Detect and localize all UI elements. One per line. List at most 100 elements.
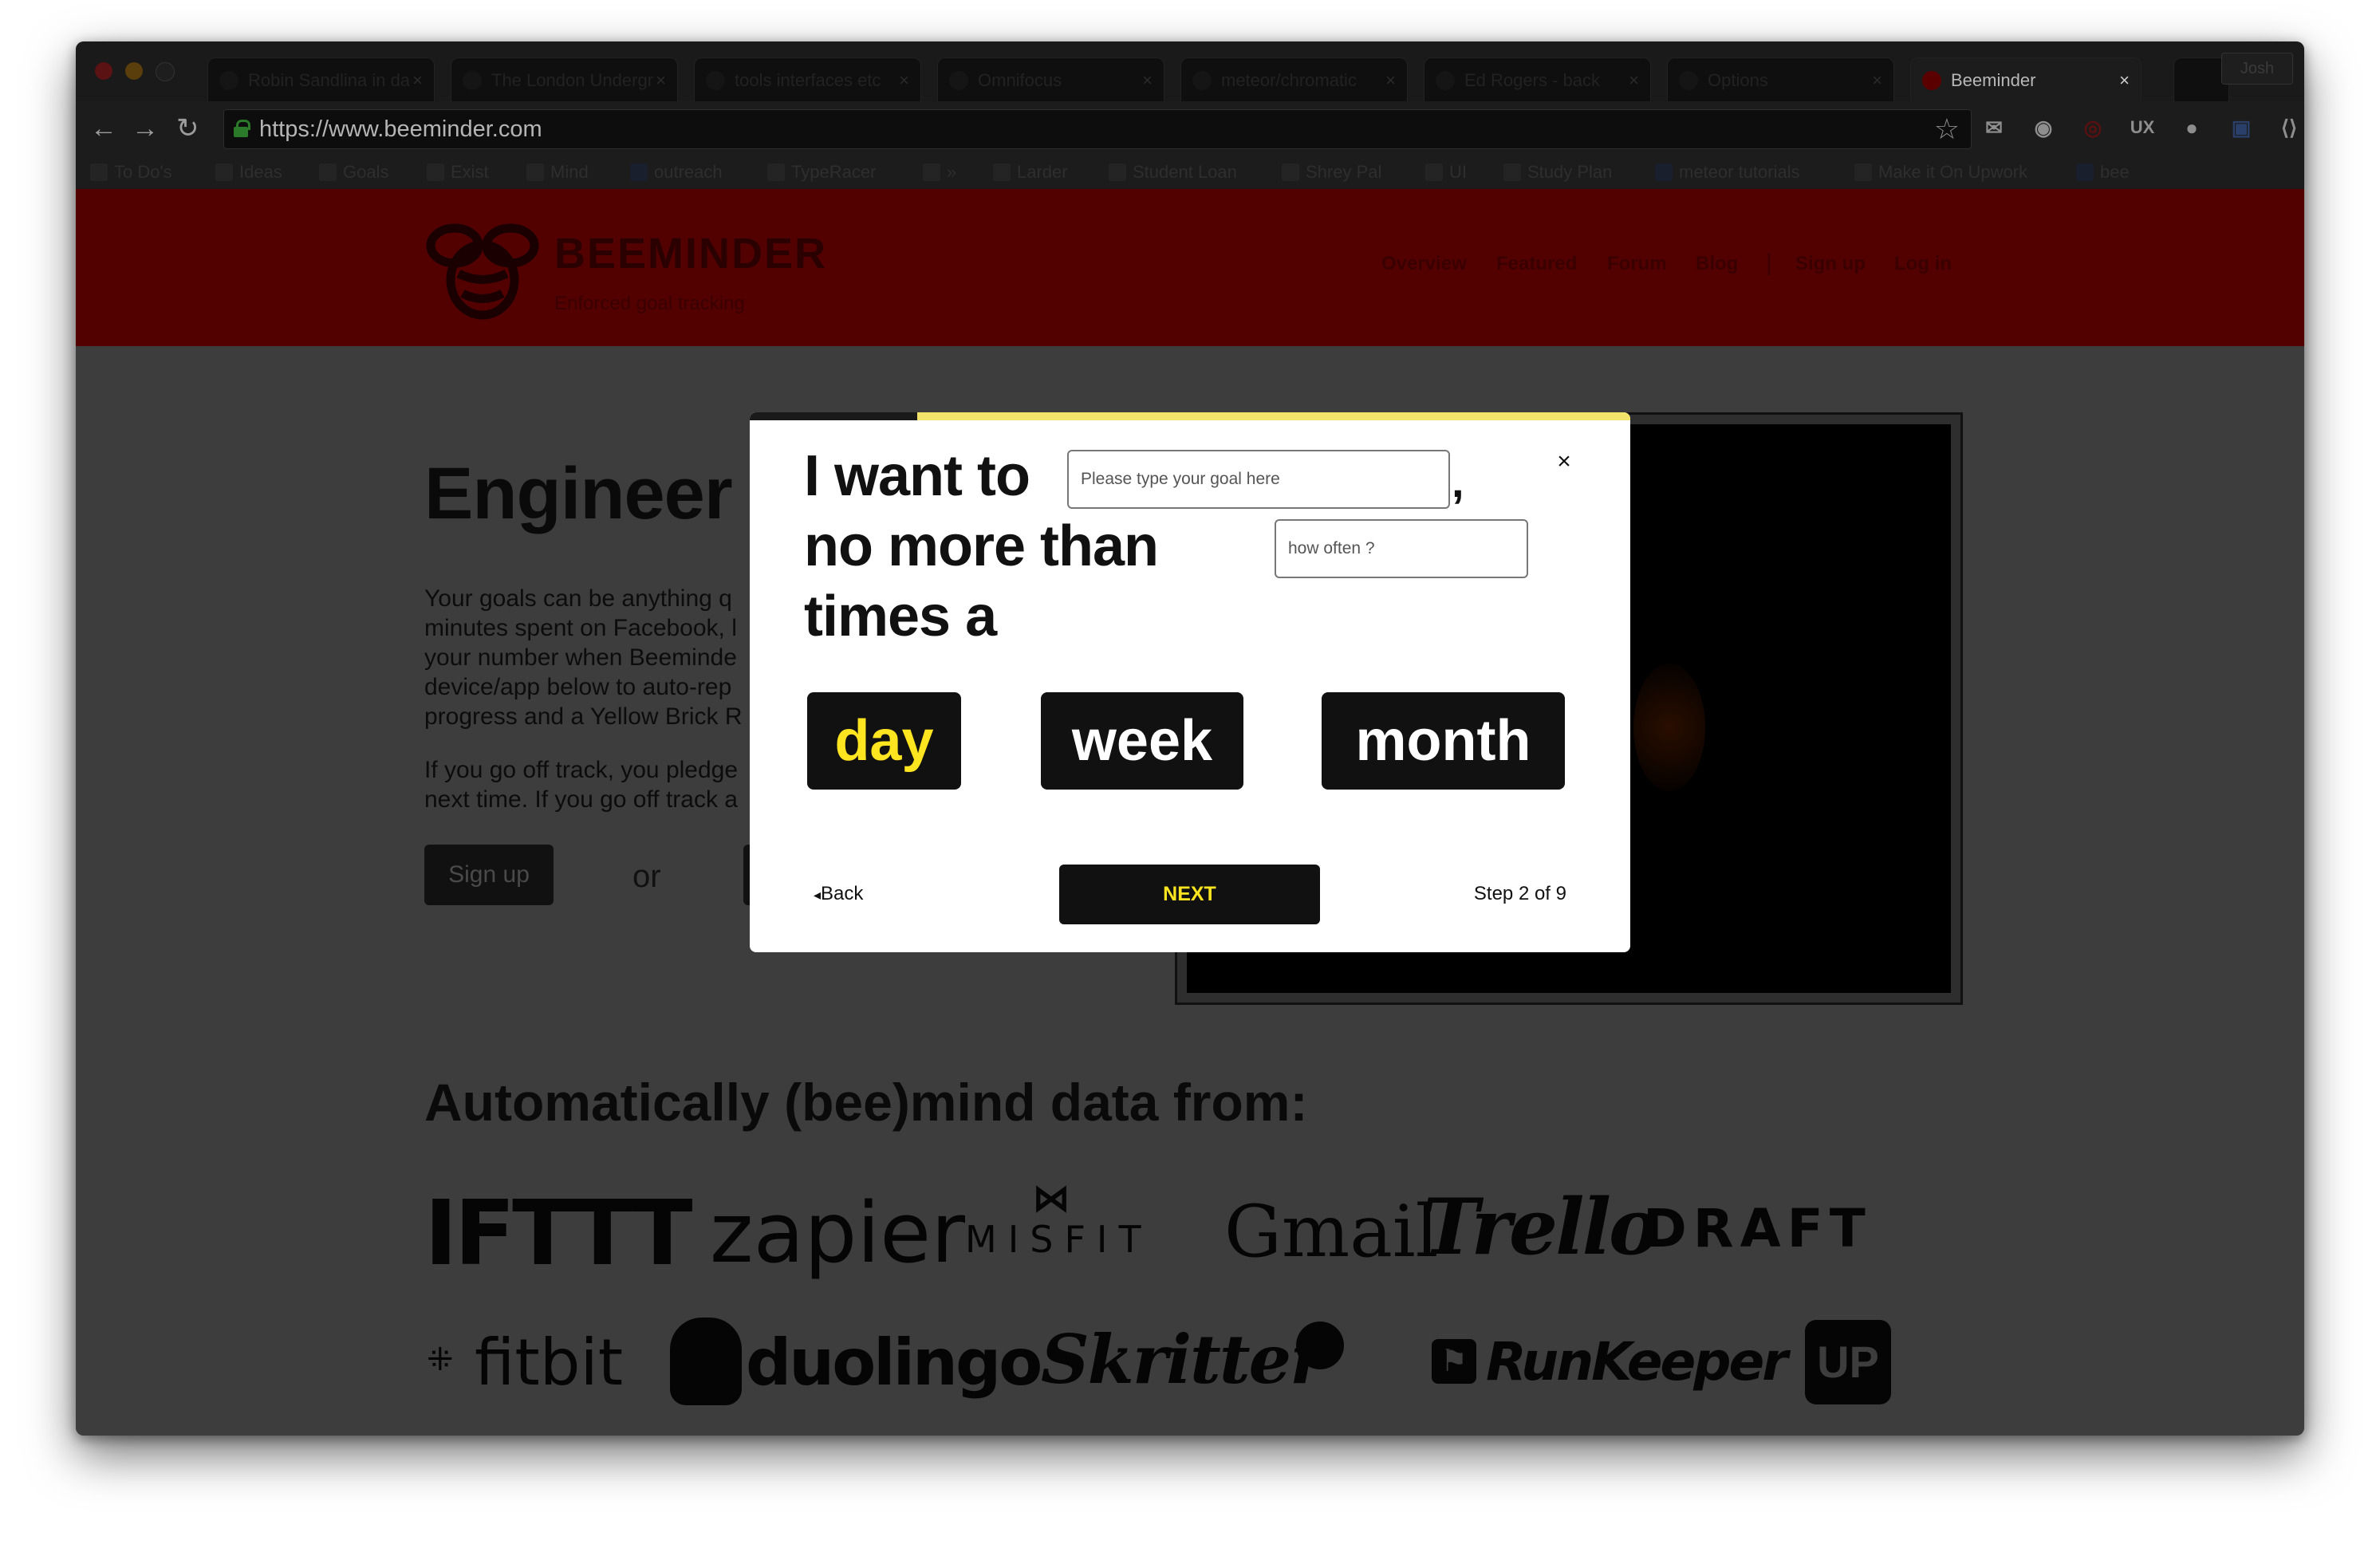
bookmark-item[interactable]: Make it On Upwork xyxy=(1854,156,2027,189)
tab-close-icon[interactable]: × xyxy=(899,58,909,101)
sign-up-button[interactable]: Sign up xyxy=(424,845,554,905)
ux-check-icon[interactable]: UX xyxy=(2127,112,2157,143)
browser-tab[interactable]: Omnifocus × xyxy=(937,57,1164,101)
camera-icon[interactable]: ▣ xyxy=(2226,112,2256,143)
browser-tab[interactable]: Options × xyxy=(1667,57,1894,101)
back-arrow-icon[interactable]: ← xyxy=(90,112,117,144)
bee-logo-icon xyxy=(426,223,539,320)
nav-overview[interactable]: Overview xyxy=(1381,253,1467,275)
fitbit-dots-icon: ⁜ xyxy=(427,1342,454,1377)
period-day-button[interactable]: day xyxy=(807,692,961,790)
tab-label: Omnifocus xyxy=(978,70,1062,90)
browser-tab[interactable]: Robin Sandlina in da × xyxy=(207,57,435,101)
next-button[interactable]: NEXT xyxy=(1059,865,1320,924)
or-separator: or xyxy=(632,859,661,894)
brand-name[interactable]: BEEMINDER xyxy=(554,229,827,278)
progress-bar-fill xyxy=(750,412,917,420)
frequency-input[interactable] xyxy=(1275,519,1528,578)
period-month-button[interactable]: month xyxy=(1322,692,1565,790)
folder-icon xyxy=(630,163,648,181)
lock-icon xyxy=(234,120,250,137)
bookmark-item[interactable]: Exist xyxy=(427,156,489,189)
runkeeper-icon: ⚑ xyxy=(1432,1339,1476,1384)
period-week-button[interactable]: week xyxy=(1041,692,1243,790)
code-icon[interactable]: ⟨⟩ xyxy=(2274,112,2304,143)
bookmark-item[interactable]: Larder xyxy=(993,156,1068,189)
tab-close-icon[interactable]: × xyxy=(1385,58,1396,101)
maximize-window-button[interactable] xyxy=(156,62,175,81)
forward-arrow-icon[interactable]: → xyxy=(132,112,159,144)
nav-forum[interactable]: Forum xyxy=(1607,253,1667,275)
nav-sign-up[interactable]: Sign up xyxy=(1795,253,1866,275)
bookmark-item[interactable]: Student Loan xyxy=(1109,156,1237,189)
close-window-button[interactable] xyxy=(95,62,112,80)
tab-favicon-icon xyxy=(1192,71,1212,90)
zapier-logo[interactable]: zapier xyxy=(710,1184,965,1282)
bookmark-folder[interactable]: outreach xyxy=(630,156,723,189)
fitbit-logo[interactable]: fitbit xyxy=(475,1326,623,1400)
tab-favicon-icon xyxy=(463,71,482,90)
bookmark-item[interactable]: UI xyxy=(1425,156,1467,189)
tab-label: Options xyxy=(1708,70,1768,90)
misfit-logo[interactable]: MISFIT xyxy=(965,1218,1153,1261)
bookmark-folder[interactable]: bee xyxy=(2076,156,2130,189)
bookmark-item[interactable]: Mind xyxy=(526,156,589,189)
browser-tab[interactable]: meteor/chromatic × xyxy=(1180,57,1408,101)
bookmark-favicon-icon xyxy=(1503,163,1521,181)
back-link[interactable]: ◂Back xyxy=(814,883,863,905)
prompt-line-2: no more than xyxy=(804,514,1159,578)
runkeeper-logo[interactable]: RunKeeper xyxy=(1486,1331,1788,1392)
bookmark-favicon-icon xyxy=(319,163,337,181)
extension-red-icon[interactable]: ◎ xyxy=(2078,112,2108,143)
bookmark-folder[interactable]: meteor tutorials xyxy=(1655,156,1800,189)
tab-close-icon[interactable]: × xyxy=(1629,58,1639,101)
tab-close-icon[interactable]: × xyxy=(1872,58,1882,101)
browser-tab[interactable]: Ed Rogers - back × xyxy=(1424,57,1651,101)
bookmark-item[interactable]: Ideas xyxy=(215,156,282,189)
bookmark-item[interactable]: TypeRacer xyxy=(767,156,876,189)
jawbone-up-logo[interactable]: UP xyxy=(1805,1320,1891,1404)
profile-button[interactable]: Josh xyxy=(2221,53,2293,85)
bookmark-item[interactable]: Study Plan xyxy=(1503,156,1612,189)
bookmark-item[interactable]: Shrey Pal xyxy=(1282,156,1381,189)
browser-tab[interactable]: The London Undergr × xyxy=(451,57,678,101)
tab-favicon-icon xyxy=(1679,71,1698,90)
browser-tab-active[interactable]: Beeminder × xyxy=(1910,57,2142,101)
gmail-logo[interactable]: Gmail xyxy=(1224,1190,1438,1274)
bookmark-overflow[interactable]: » xyxy=(923,156,956,189)
duolingo-logo[interactable]: duolingo xyxy=(746,1326,1042,1400)
bookmark-star-icon[interactable]: ☆ xyxy=(1934,113,1960,145)
browser-window: Robin Sandlina in da × The London Undergr… xyxy=(76,41,2304,1436)
tab-label: Robin Sandlina in da xyxy=(248,70,411,90)
nav-blog[interactable]: Blog xyxy=(1696,253,1738,275)
tab-close-icon[interactable]: × xyxy=(1142,58,1153,101)
minimize-window-button[interactable] xyxy=(125,62,143,80)
tab-close-icon[interactable]: × xyxy=(412,58,423,101)
browser-tab[interactable]: tools interfaces etc × xyxy=(694,57,921,101)
tab-close-icon[interactable]: × xyxy=(656,58,666,101)
address-bar[interactable]: https://www.beeminder.com ☆ xyxy=(223,109,1972,149)
tab-favicon-icon xyxy=(949,71,968,90)
beeminder-favicon-icon xyxy=(1922,71,1941,90)
tab-favicon-icon xyxy=(706,71,725,90)
bookmark-item[interactable]: To Do's xyxy=(90,156,172,189)
prompt-line-3: times a xyxy=(804,585,997,648)
bookmark-item[interactable]: Goals xyxy=(319,156,388,189)
extension-globe-icon[interactable]: ● xyxy=(2177,112,2207,143)
nav-separator: | xyxy=(1766,250,1772,276)
back-label: Back xyxy=(821,883,864,904)
tab-close-icon[interactable]: × xyxy=(2119,58,2130,101)
goal-input[interactable] xyxy=(1067,450,1450,509)
trello-logo[interactable]: Trello xyxy=(1422,1182,1660,1272)
close-icon[interactable]: × xyxy=(1550,447,1578,476)
nav-log-in[interactable]: Log in xyxy=(1894,253,1952,275)
folder-icon xyxy=(2076,163,2094,181)
url-text: https://www.beeminder.com xyxy=(259,116,542,142)
skritter-logo[interactable]: Skritter xyxy=(1041,1320,1325,1399)
extension-stack-icon[interactable]: ◉ xyxy=(2028,112,2059,143)
nav-featured[interactable]: Featured xyxy=(1496,253,1577,275)
draft-logo[interactable]: DRAFT xyxy=(1643,1198,1872,1259)
reload-icon[interactable]: ↻ xyxy=(176,112,199,144)
ifttt-logo[interactable]: IFTTT xyxy=(424,1182,693,1286)
mail-icon[interactable]: ✉ xyxy=(1979,112,2009,143)
